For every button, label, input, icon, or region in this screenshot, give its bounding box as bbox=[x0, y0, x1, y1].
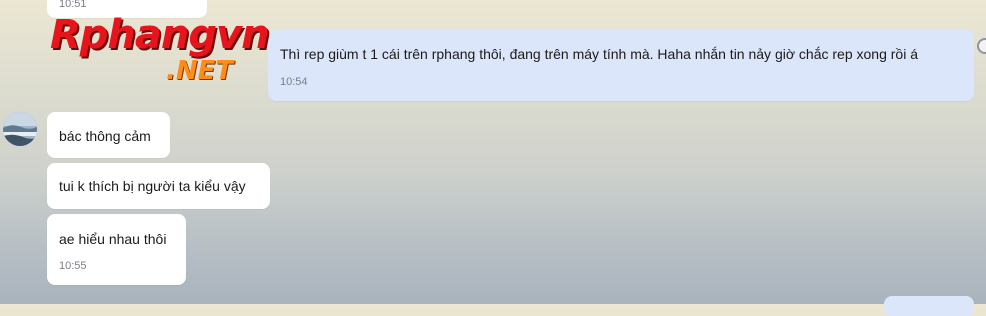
message-timestamp: 10:51 bbox=[59, 0, 87, 10]
received-message-bubble[interactable]: tui k thích bị người ta kiểu vậy bbox=[47, 163, 270, 209]
received-message-bubble[interactable]: ae hiểu nhau thôi 10:55 bbox=[47, 214, 186, 285]
next-sent-message-bubble[interactable] bbox=[884, 296, 974, 316]
message-text: tui k thích bị người ta kiểu vậy bbox=[59, 178, 246, 194]
watermark-main-text: Rphangvn bbox=[50, 12, 270, 58]
sent-message-bubble[interactable]: Thì rep giùm t 1 cái trên rphang thôi, đ… bbox=[268, 30, 974, 101]
message-timestamp: 10:55 bbox=[59, 260, 87, 272]
watermark-logo: Rphangvn .NET bbox=[48, 10, 318, 90]
received-message-bubble[interactable]: bác thông cảm bbox=[47, 112, 170, 158]
avatar[interactable] bbox=[2, 111, 38, 147]
message-text: bác thông cảm bbox=[59, 128, 151, 144]
reaction-icon[interactable] bbox=[977, 38, 986, 54]
watermark-sub-text: .NET bbox=[166, 56, 234, 86]
avatar-landscape-icon bbox=[3, 112, 37, 146]
message-text: ae hiểu nhau thôi bbox=[59, 231, 167, 247]
message-text: Thì rep giùm t 1 cái trên rphang thôi, đ… bbox=[280, 46, 918, 62]
